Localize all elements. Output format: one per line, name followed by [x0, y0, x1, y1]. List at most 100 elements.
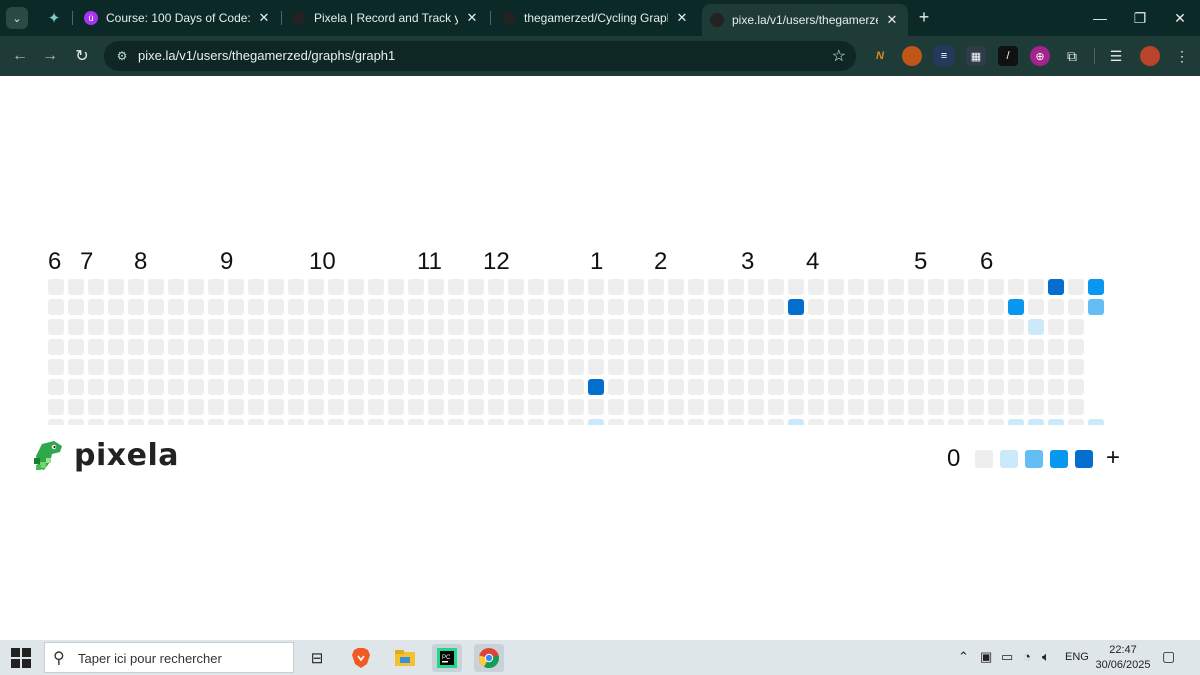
- pinned-tab-bird-icon[interactable]: ✦: [44, 8, 64, 28]
- system-clock[interactable]: 22:47 30/06/2025: [1094, 643, 1152, 673]
- graph-pixel[interactable]: [68, 279, 84, 295]
- graph-pixel[interactable]: [708, 339, 724, 355]
- graph-pixel[interactable]: [428, 419, 444, 425]
- graph-pixel[interactable]: [368, 319, 384, 335]
- graph-pixel[interactable]: [688, 299, 704, 315]
- graph-pixel[interactable]: [988, 279, 1004, 295]
- graph-pixel[interactable]: [588, 339, 604, 355]
- graph-pixel[interactable]: [588, 279, 604, 295]
- graph-pixel[interactable]: [288, 419, 304, 425]
- minimize-button[interactable]: —: [1080, 6, 1120, 30]
- graph-pixel[interactable]: [928, 359, 944, 375]
- graph-pixel[interactable]: [908, 399, 924, 415]
- extension-acrobat-icon[interactable]: N: [870, 46, 890, 66]
- graph-pixel[interactable]: [288, 279, 304, 295]
- graph-pixel[interactable]: [508, 359, 524, 375]
- graph-pixel[interactable]: [68, 379, 84, 395]
- graph-pixel[interactable]: [348, 319, 364, 335]
- graph-pixel[interactable]: [148, 419, 164, 425]
- graph-pixel[interactable]: [428, 339, 444, 355]
- graph-pixel[interactable]: [128, 359, 144, 375]
- graph-pixel[interactable]: [1008, 279, 1024, 295]
- tray-overflow-chevron-icon[interactable]: ⌃: [958, 649, 969, 665]
- graph-pixel[interactable]: [368, 299, 384, 315]
- graph-pixel[interactable]: [1088, 279, 1104, 295]
- graph-pixel[interactable]: [688, 399, 704, 415]
- graph-pixel[interactable]: [448, 279, 464, 295]
- graph-pixel[interactable]: [168, 279, 184, 295]
- url-text[interactable]: pixe.la/v1/users/thegamerzed/graphs/grap…: [138, 48, 395, 63]
- graph-pixel[interactable]: [808, 279, 824, 295]
- graph-pixel[interactable]: [728, 339, 744, 355]
- graph-pixel[interactable]: [328, 319, 344, 335]
- graph-pixel[interactable]: [228, 339, 244, 355]
- graph-pixel[interactable]: [248, 379, 264, 395]
- graph-pixel[interactable]: [968, 339, 984, 355]
- graph-pixel[interactable]: [628, 299, 644, 315]
- graph-pixel[interactable]: [868, 319, 884, 335]
- graph-pixel[interactable]: [68, 359, 84, 375]
- search-placeholder[interactable]: Taper ici pour rechercher: [78, 651, 222, 666]
- graph-pixel[interactable]: [128, 379, 144, 395]
- graph-pixel[interactable]: [168, 339, 184, 355]
- graph-pixel[interactable]: [608, 279, 624, 295]
- graph-pixel[interactable]: [1028, 339, 1044, 355]
- graph-pixel[interactable]: [948, 279, 964, 295]
- graph-pixel[interactable]: [508, 299, 524, 315]
- graph-pixel[interactable]: [928, 319, 944, 335]
- graph-pixel[interactable]: [528, 319, 544, 335]
- graph-pixel[interactable]: [908, 379, 924, 395]
- graph-pixel[interactable]: [448, 319, 464, 335]
- graph-pixel[interactable]: [168, 419, 184, 425]
- graph-pixel[interactable]: [188, 359, 204, 375]
- graph-pixel[interactable]: [888, 339, 904, 355]
- graph-pixel[interactable]: [748, 339, 764, 355]
- graph-pixel[interactable]: [268, 339, 284, 355]
- graph-pixel[interactable]: [548, 359, 564, 375]
- graph-pixel[interactable]: [528, 359, 544, 375]
- graph-pixel[interactable]: [968, 359, 984, 375]
- graph-pixel[interactable]: [148, 299, 164, 315]
- graph-pixel[interactable]: [208, 319, 224, 335]
- graph-pixel[interactable]: [368, 379, 384, 395]
- graph-pixel[interactable]: [508, 339, 524, 355]
- graph-pixel[interactable]: [308, 279, 324, 295]
- graph-pixel[interactable]: [348, 419, 364, 425]
- graph-pixel[interactable]: [808, 419, 824, 425]
- graph-pixel[interactable]: [888, 419, 904, 425]
- graph-pixel[interactable]: [188, 379, 204, 395]
- graph-pixel[interactable]: [328, 339, 344, 355]
- graph-pixel[interactable]: [528, 399, 544, 415]
- graph-pixel[interactable]: [548, 399, 564, 415]
- reading-list-icon[interactable]: ☰: [1106, 46, 1126, 66]
- graph-pixel[interactable]: [368, 279, 384, 295]
- back-button[interactable]: ←: [8, 44, 32, 68]
- extension-grid-icon[interactable]: ▦: [966, 46, 986, 66]
- graph-pixel[interactable]: [508, 399, 524, 415]
- graph-pixel[interactable]: [1028, 359, 1044, 375]
- graph-pixel[interactable]: [828, 279, 844, 295]
- graph-pixel[interactable]: [288, 319, 304, 335]
- graph-pixel[interactable]: [908, 279, 924, 295]
- graph-pixel[interactable]: [768, 279, 784, 295]
- graph-pixel[interactable]: [608, 379, 624, 395]
- graph-pixel[interactable]: [308, 359, 324, 375]
- graph-pixel[interactable]: [668, 379, 684, 395]
- graph-pixel[interactable]: [1028, 319, 1044, 335]
- graph-pixel[interactable]: [748, 379, 764, 395]
- graph-pixel[interactable]: [968, 399, 984, 415]
- graph-pixel[interactable]: [888, 359, 904, 375]
- graph-pixel[interactable]: [788, 339, 804, 355]
- graph-pixel[interactable]: [1048, 379, 1064, 395]
- graph-pixel[interactable]: [408, 399, 424, 415]
- graph-pixel[interactable]: [1048, 339, 1064, 355]
- graph-pixel[interactable]: [408, 319, 424, 335]
- graph-pixel[interactable]: [1068, 419, 1084, 425]
- graph-pixel[interactable]: [1048, 319, 1064, 335]
- graph-pixel[interactable]: [648, 379, 664, 395]
- graph-pixel[interactable]: [988, 359, 1004, 375]
- graph-pixel[interactable]: [428, 379, 444, 395]
- graph-pixel[interactable]: [168, 379, 184, 395]
- graph-pixel[interactable]: [748, 299, 764, 315]
- volume-icon[interactable]: 🔈︎: [1042, 649, 1050, 665]
